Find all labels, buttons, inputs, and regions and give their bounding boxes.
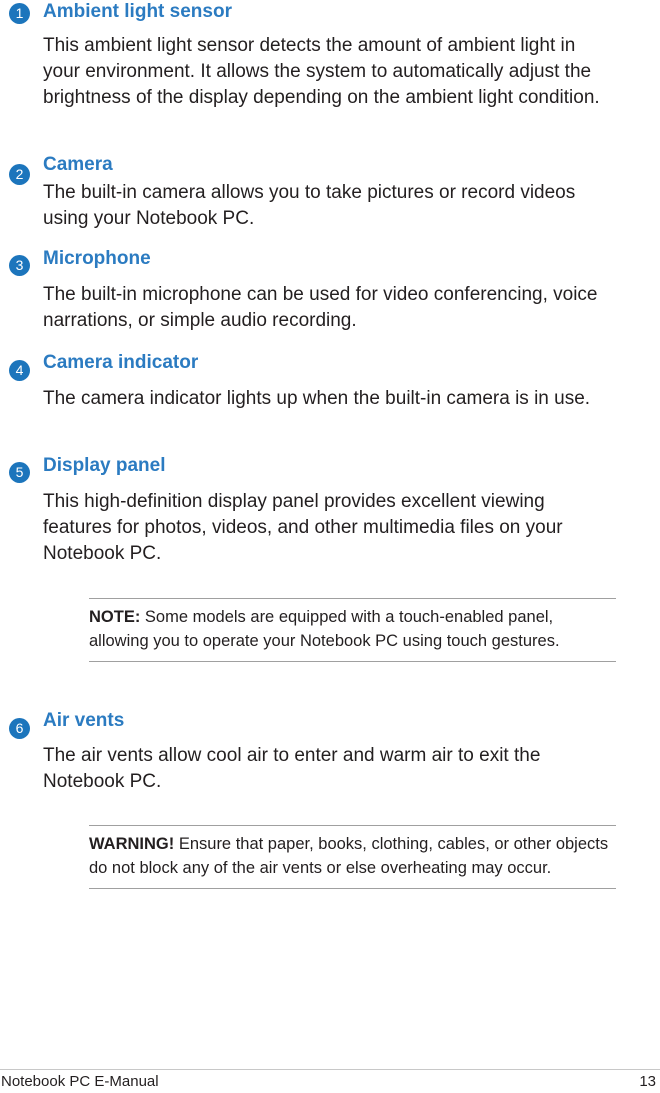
number-badge-6: 6 xyxy=(9,718,30,739)
section-title-ambient-light-sensor: Ambient light sensor xyxy=(43,1,232,22)
note-label: NOTE: xyxy=(89,608,141,626)
section-text-air-vents: The air vents allow cool air to enter an… xyxy=(43,745,541,792)
section-text-camera-indicator: The camera indicator lights up when the … xyxy=(43,388,591,409)
page-number: 13 xyxy=(639,1073,656,1090)
section-title-air-vents: Air vents xyxy=(43,710,125,731)
section-title-display-panel: Display panel xyxy=(43,455,166,476)
warning-label: WARNING! xyxy=(89,835,175,853)
number-badge-3: 3 xyxy=(9,255,30,276)
warning-box: WARNING! Ensure that paper, books, cloth… xyxy=(89,825,616,889)
number-badge-5: 5 xyxy=(9,462,30,483)
number-badge-1: 1 xyxy=(9,3,30,24)
section-text-camera: The built-in camera allows you to take p… xyxy=(43,182,576,229)
note-text: Some models are equipped with a touch-en… xyxy=(89,608,560,650)
section-title-camera: Camera xyxy=(43,154,113,175)
section-text-microphone: The built-in microphone can be used for … xyxy=(43,284,598,331)
number-badge-2: 2 xyxy=(9,164,30,185)
footer-divider xyxy=(0,1069,660,1070)
number-badge-4: 4 xyxy=(9,360,30,381)
note-box: NOTE: Some models are equipped with a to… xyxy=(89,598,616,662)
section-text-ambient-light-sensor: This ambient light sensor detects the am… xyxy=(43,35,600,108)
footer-title: Notebook PC E-Manual xyxy=(1,1073,159,1090)
section-title-microphone: Microphone xyxy=(43,248,151,269)
section-text-display-panel: This high-definition display panel provi… xyxy=(43,491,563,564)
section-title-camera-indicator: Camera indicator xyxy=(43,352,199,373)
